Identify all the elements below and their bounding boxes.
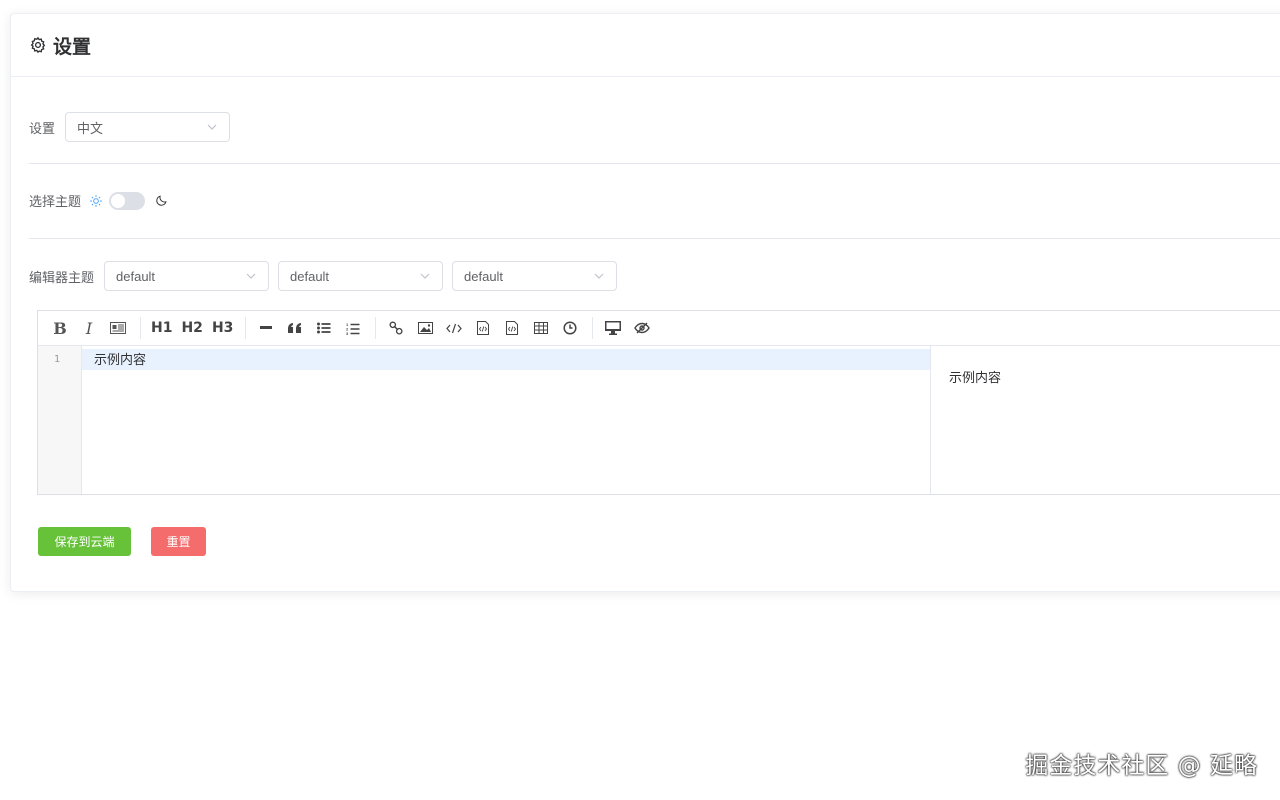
editor-theme-select-value: default	[116, 268, 156, 284]
h3-button[interactable]: H3	[210, 316, 235, 340]
code-editor-area[interactable]: 示例内容	[82, 346, 931, 494]
clock-icon[interactable]	[558, 316, 582, 340]
code-block-icon[interactable]	[471, 316, 495, 340]
editor-toolbar: B I H1 H2 H3 123	[38, 311, 1280, 346]
ordered-list-icon[interactable]: 123	[341, 316, 365, 340]
watermark: 掘金技术社区 @ 延略	[1025, 753, 1258, 779]
preview-pane: 示例内容	[931, 346, 1280, 494]
editor-body: 1 示例内容 示例内容	[38, 346, 1280, 494]
card-header: 设置	[11, 14, 1280, 77]
preview-theme-select-value: default	[290, 268, 330, 284]
line-number-gutter: 1	[38, 346, 82, 494]
language-row: 设置 中文	[29, 112, 1280, 142]
svg-text:3: 3	[346, 331, 349, 335]
preview-text: 示例内容	[949, 370, 1002, 385]
toolbar-separator	[375, 317, 377, 339]
theme-label: 选择主题	[29, 194, 82, 209]
line-number: 1	[54, 354, 61, 365]
markdown-editor: B I H1 H2 H3 123 1 示例内容 示例内容	[37, 310, 1280, 495]
chevron-down-icon	[594, 273, 604, 279]
toolbar-separator	[592, 317, 594, 339]
preview-theme-select[interactable]: default	[278, 261, 444, 291]
quote-icon[interactable]	[283, 316, 307, 340]
chevron-down-icon	[420, 273, 430, 279]
language-label: 设置	[29, 120, 56, 136]
h2-button[interactable]: H2	[179, 316, 204, 340]
unordered-list-icon[interactable]	[312, 316, 336, 340]
italic-icon[interactable]: I	[77, 316, 101, 340]
moon-icon	[155, 194, 168, 207]
toggle-knob	[111, 193, 126, 208]
editor-theme-row: 编辑器主题 default default default	[29, 261, 1280, 291]
toolbar-separator	[140, 317, 141, 339]
chevron-down-icon	[246, 273, 256, 279]
theme-toggle[interactable]	[109, 191, 146, 210]
chevron-down-icon	[207, 124, 217, 130]
reset-button[interactable]: 重置	[151, 527, 206, 556]
gear-icon	[29, 36, 47, 54]
hide-preview-icon[interactable]	[630, 316, 654, 340]
editor-theme-select[interactable]: default	[104, 261, 270, 291]
header-icon[interactable]	[106, 316, 130, 340]
code-theme-select-value: default	[464, 268, 504, 284]
horizontal-rule-icon[interactable]	[254, 316, 278, 340]
sun-icon	[89, 194, 103, 208]
theme-row: 选择主题	[29, 191, 1280, 210]
language-select[interactable]: 中文	[65, 112, 231, 142]
language-select-value: 中文	[77, 120, 104, 136]
editor-theme-label: 编辑器主题	[29, 269, 95, 285]
h1-button[interactable]: H1	[149, 316, 174, 340]
save-to-cloud-button[interactable]: 保存到云端	[38, 527, 131, 556]
divider	[29, 238, 1280, 239]
preview-icon[interactable]	[601, 316, 625, 340]
table-icon[interactable]	[529, 316, 553, 340]
code-block-alt-icon[interactable]	[500, 316, 524, 340]
theme-switch-group	[89, 191, 168, 210]
code-theme-select[interactable]: default	[452, 261, 618, 291]
page-title: 设置	[53, 36, 92, 58]
bold-icon[interactable]: B	[48, 316, 72, 340]
link-icon[interactable]	[384, 316, 408, 340]
settings-card: 设置 设置 中文 选择主题 编辑器主题 default default defa…	[10, 13, 1280, 592]
code-icon[interactable]	[442, 316, 466, 340]
active-code-line[interactable]: 示例内容	[82, 349, 930, 370]
divider	[29, 163, 1280, 164]
image-icon[interactable]	[413, 316, 437, 340]
toolbar-separator	[245, 317, 247, 339]
